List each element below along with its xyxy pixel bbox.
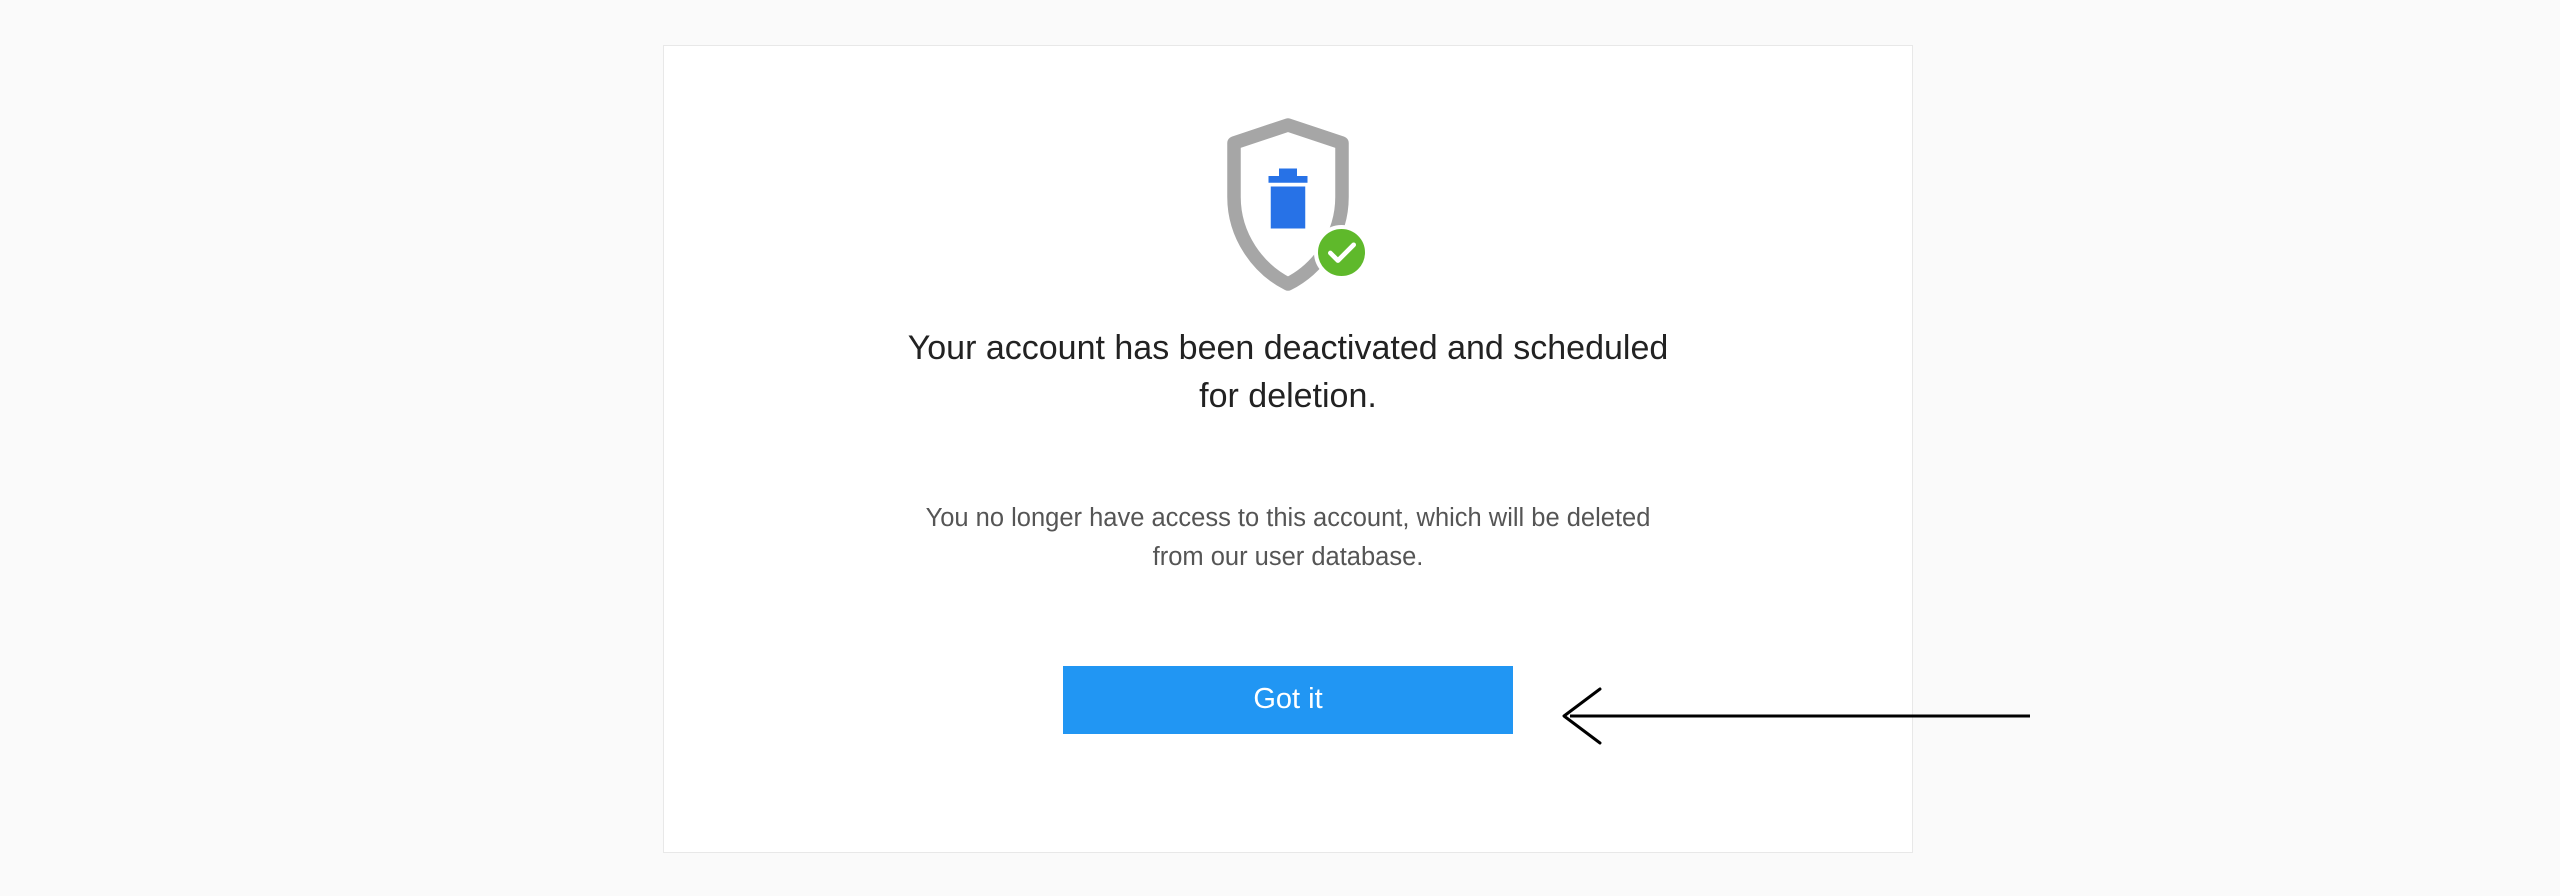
shield-trash-icon-group [1213, 116, 1363, 296]
got-it-button[interactable]: Got it [1063, 666, 1513, 734]
trash-icon [1269, 169, 1308, 229]
modal-heading: Your account has been deactivated and sc… [898, 324, 1678, 421]
check-badge-icon [1314, 225, 1369, 280]
account-deactivated-modal: Your account has been deactivated and sc… [663, 45, 1913, 853]
modal-description: You no longer have access to this accoun… [918, 499, 1658, 578]
